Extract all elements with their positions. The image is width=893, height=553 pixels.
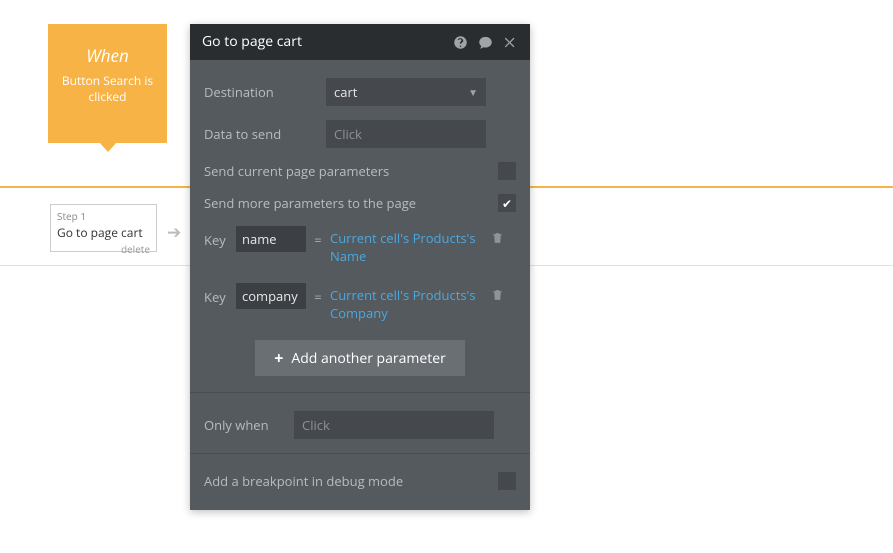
- destination-value: cart: [334, 83, 357, 101]
- expr-value[interactable]: Current cell's Products's Name: [330, 226, 485, 265]
- trigger-title: When: [54, 44, 161, 67]
- send-more-label: Send more parameters to the page: [204, 194, 416, 212]
- panel-header: Go to page cart: [190, 24, 530, 60]
- plus-icon: +: [274, 350, 283, 366]
- data-to-send-input[interactable]: Click: [326, 120, 486, 148]
- help-icon[interactable]: [453, 35, 468, 50]
- close-icon[interactable]: [503, 35, 518, 50]
- breakpoint-checkbox[interactable]: [498, 472, 516, 490]
- key-label: Key: [204, 283, 236, 306]
- equals-sign: =: [306, 226, 330, 249]
- add-parameter-label: Add another parameter: [291, 349, 445, 368]
- only-when-input[interactable]: Click: [294, 411, 494, 439]
- step-name: Go to page cart: [57, 224, 150, 241]
- section-only-when: Only when Click: [190, 393, 530, 454]
- key-input[interactable]: name: [236, 226, 306, 252]
- delete-param-button[interactable]: [485, 283, 504, 306]
- add-parameter-button[interactable]: + Add another parameter: [255, 340, 465, 376]
- send-current-label: Send current page parameters: [204, 162, 389, 180]
- param-row: Key name = Current cell's Products's Nam…: [204, 226, 516, 265]
- section-main: Destination cart ▼ Data to send Click Se…: [190, 60, 530, 393]
- panel-title: Go to page cart: [202, 24, 453, 60]
- send-current-checkbox[interactable]: [498, 162, 516, 180]
- send-more-checkbox[interactable]: ✔: [498, 194, 516, 212]
- destination-label: Destination: [204, 83, 326, 101]
- step-number: Step 1: [57, 209, 150, 223]
- step-card[interactable]: Step 1 Go to page cart delete: [50, 204, 157, 252]
- key-input[interactable]: company: [236, 283, 306, 309]
- trigger-block[interactable]: When Button Search is clicked: [48, 24, 167, 143]
- param-row: Key company = Current cell's Products's …: [204, 283, 516, 322]
- expr-value[interactable]: Current cell's Products's Company: [330, 283, 485, 322]
- property-panel: Go to page cart Destination cart ▼ Data …: [190, 24, 530, 510]
- trigger-subtitle: Button Search is clicked: [54, 73, 161, 104]
- breakpoint-label: Add a breakpoint in debug mode: [204, 472, 403, 490]
- chevron-down-icon: ▼: [468, 85, 478, 99]
- section-breakpoint: Add a breakpoint in debug mode: [190, 454, 530, 510]
- equals-sign: =: [306, 283, 330, 306]
- data-to-send-label: Data to send: [204, 125, 326, 143]
- destination-dropdown[interactable]: cart ▼: [326, 78, 486, 106]
- step-delete[interactable]: delete: [57, 242, 150, 256]
- comment-icon[interactable]: [478, 35, 493, 50]
- delete-param-button[interactable]: [485, 226, 504, 249]
- only-when-label: Only when: [204, 416, 294, 434]
- key-label: Key: [204, 226, 236, 249]
- arrow-right-icon: ➔: [167, 220, 181, 243]
